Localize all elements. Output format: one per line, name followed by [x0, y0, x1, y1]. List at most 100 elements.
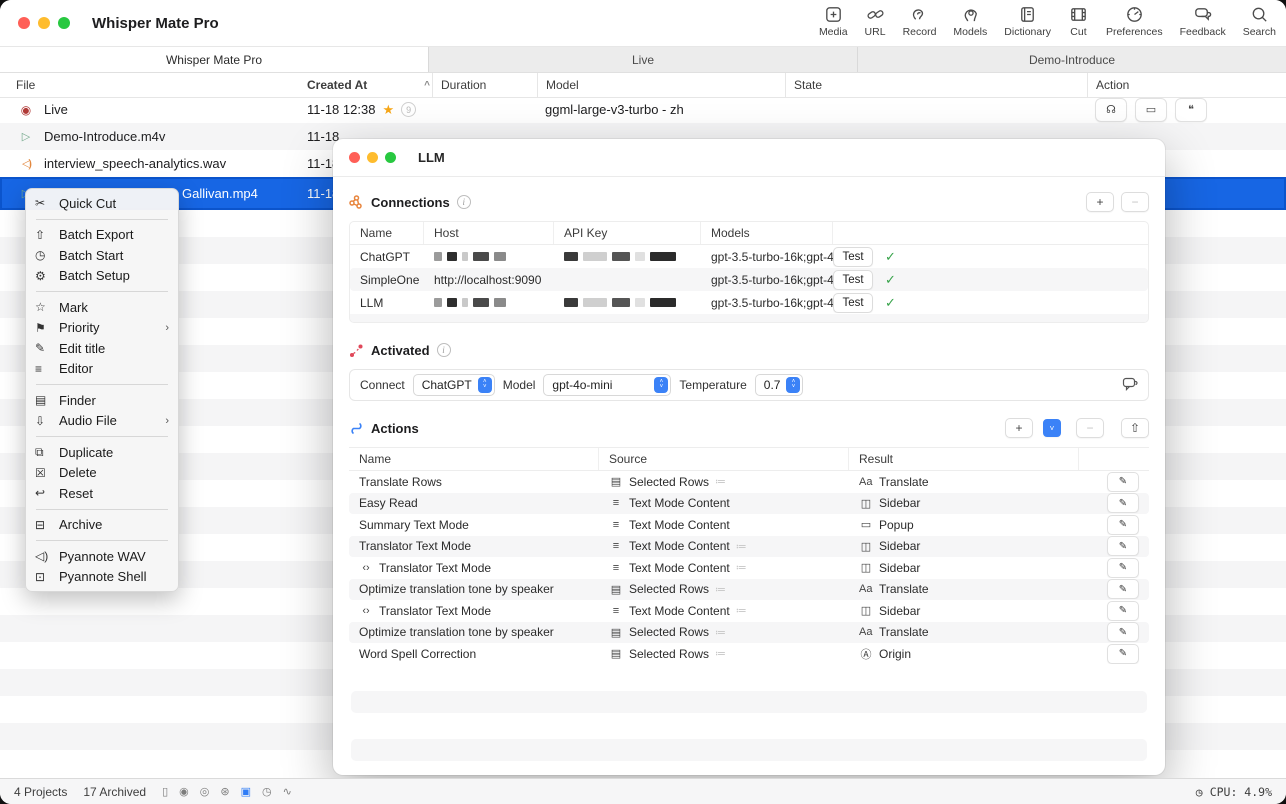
chat-test-icon[interactable] — [1122, 377, 1138, 394]
cut-button[interactable]: Cut — [1068, 4, 1089, 38]
action-row[interactable]: ‹›Translator Text Mode≡Text Mode Content… — [349, 557, 1149, 579]
menu-item-delete[interactable]: ☒Delete — [26, 463, 178, 484]
minimize-button[interactable] — [38, 17, 50, 29]
doc-icon: ▤ — [609, 626, 623, 639]
url-button[interactable]: URL — [865, 4, 886, 38]
action-source: ▤Selected Rows≔ — [599, 475, 849, 489]
display-icon[interactable]: ▣ — [241, 785, 251, 798]
edit-action-button[interactable]: ✎ — [1107, 622, 1139, 642]
chat-button[interactable]: ❝ — [1175, 98, 1207, 122]
action-row[interactable]: Optimize translation tone by speaker▤Sel… — [349, 622, 1149, 644]
remove-action-button[interactable]: − — [1076, 418, 1104, 438]
remove-connection-button[interactable]: − — [1121, 192, 1149, 212]
submenu-chevron-icon: › — [165, 415, 169, 427]
media-button[interactable]: Media — [819, 4, 848, 38]
edit-action-button[interactable]: ✎ — [1107, 515, 1139, 535]
tab-whisper-mate-pro[interactable]: Whisper Mate Pro — [0, 47, 429, 72]
menu-item-duplicate[interactable]: ⧉Duplicate — [26, 442, 178, 463]
action-source: ≡Text Mode Content≔ — [599, 561, 849, 575]
column-state[interactable]: State — [785, 73, 1095, 97]
submenu-chevron-icon: › — [165, 322, 169, 334]
menu-item-mark[interactable]: ☆Mark — [26, 297, 178, 318]
column-action[interactable]: Action — [1087, 73, 1286, 97]
test-button[interactable]: Test — [833, 247, 873, 267]
activity-icon[interactable]: ∿ — [283, 785, 292, 798]
ear-button[interactable]: ☊ — [1095, 98, 1127, 122]
menu-item-finder[interactable]: ▤Finder — [26, 390, 178, 411]
edit-action-button[interactable]: ✎ — [1107, 558, 1139, 578]
clock-icon[interactable]: ◷ — [262, 785, 272, 798]
dictionary-button[interactable]: Dictionary — [1004, 4, 1051, 38]
menu-item-batch-setup[interactable]: ⚙Batch Setup — [26, 266, 178, 287]
feedback-button[interactable]: Feedback — [1180, 4, 1226, 38]
edit-action-button[interactable]: ✎ — [1107, 644, 1139, 664]
menu-item-batch-export[interactable]: ⇧Batch Export — [26, 225, 178, 246]
dialog-close-button[interactable] — [349, 152, 360, 163]
action-row[interactable]: Easy Read≡Text Mode Content◫Sidebar✎ — [349, 493, 1149, 515]
action-source-label: Selected Rows — [629, 475, 709, 489]
power-icon[interactable]: ⊛ — [220, 785, 229, 798]
dialog-zoom-button[interactable] — [385, 152, 396, 163]
menu-item-audio-file[interactable]: ⇩Audio File› — [26, 411, 178, 432]
connection-row[interactable]: LLMgpt-3.5-turbo-16k;gpt-4...Test✓ — [350, 291, 1148, 314]
menu-item-edit-title[interactable]: ✎Edit title — [26, 338, 178, 359]
table-row[interactable]: ◉Live11-18 12:38★9ggml-large-v3-turbo - … — [0, 96, 1286, 123]
preferences-button[interactable]: Preferences — [1106, 4, 1163, 38]
action-row[interactable]: Translate Rows▤Selected Rows≔AaTranslate… — [349, 471, 1149, 493]
menu-item-batch-start[interactable]: ◷Batch Start — [26, 245, 178, 266]
device-icon[interactable]: ▯ — [162, 785, 168, 798]
menu-separator — [36, 436, 168, 437]
model-select[interactable]: gpt-4o-mini ˄˅ — [543, 374, 671, 396]
menu-item-label: Batch Export — [59, 227, 133, 242]
menu-item-archive[interactable]: ⊟Archive — [26, 515, 178, 536]
action-row[interactable]: Translator Text Mode≡Text Mode Content≔◫… — [349, 536, 1149, 558]
edit-action-button[interactable]: ✎ — [1107, 601, 1139, 621]
window-button[interactable]: ▭ — [1135, 98, 1167, 122]
connection-row[interactable]: ChatGPTgpt-3.5-turbo-16k;gpt-4...Test✓ — [350, 245, 1148, 268]
menu-item-editor[interactable]: ≡Editor — [26, 359, 178, 380]
share-icon: ⇧ — [35, 228, 59, 242]
add-action-dropdown[interactable]: ˅ — [1043, 419, 1061, 437]
dialog-title: LLM — [418, 150, 445, 165]
search-button[interactable]: Search — [1243, 4, 1276, 38]
column-created-at[interactable]: Created At ^ — [307, 73, 440, 97]
action-row[interactable]: Word Spell Correction▤Selected Rows≔ⒶOri… — [349, 643, 1149, 665]
test-button[interactable]: Test — [833, 293, 873, 313]
act-col-name: Name — [349, 448, 599, 470]
action-result: ◫Sidebar — [849, 539, 1079, 553]
zoom-button[interactable] — [58, 17, 70, 29]
edit-action-button[interactable]: ✎ — [1107, 472, 1139, 492]
action-row[interactable]: Summary Text Mode≡Text Mode Content▭Popu… — [349, 514, 1149, 536]
action-row[interactable]: ‹›Translator Text Mode≡Text Mode Content… — [349, 600, 1149, 622]
record-button[interactable]: Record — [903, 4, 937, 38]
add-action-button[interactable]: + — [1005, 418, 1033, 438]
menu-item-pyannote-wav[interactable]: ◁)Pyannote WAV — [26, 546, 178, 567]
menu-item-priority[interactable]: ⚑Priority› — [26, 318, 178, 339]
add-connection-button[interactable]: + — [1086, 192, 1114, 212]
star-icon[interactable]: ★ — [382, 102, 394, 118]
close-button[interactable] — [18, 17, 30, 29]
dialog-minimize-button[interactable] — [367, 152, 378, 163]
menu-item-pyannote-shell[interactable]: ⊡Pyannote Shell — [26, 567, 178, 588]
column-duration[interactable]: Duration — [432, 73, 545, 97]
network-icon[interactable]: ◎ — [200, 785, 210, 798]
info-icon: i — [437, 343, 451, 357]
models-button[interactable]: Models — [953, 4, 987, 38]
column-model[interactable]: Model — [537, 73, 793, 97]
edit-action-button[interactable]: ✎ — [1107, 536, 1139, 556]
edit-action-button[interactable]: ✎ — [1107, 493, 1139, 513]
action-row[interactable]: Optimize translation tone by speaker▤Sel… — [349, 579, 1149, 601]
menu-item-reset[interactable]: ↩Reset — [26, 483, 178, 504]
edit-action-button[interactable]: ✎ — [1107, 579, 1139, 599]
connect-select[interactable]: ChatGPT ˄˅ — [413, 374, 495, 396]
export-actions-button[interactable]: ⇧ — [1121, 418, 1149, 438]
test-button[interactable]: Test — [833, 270, 873, 290]
tab-demo-introduce[interactable]: Demo-Introduce — [858, 47, 1286, 72]
head-icon — [960, 4, 981, 25]
connection-row[interactable]: SimpleOnehttp://localhost:9090gpt-3.5-tu… — [350, 268, 1148, 291]
tab-live[interactable]: Live — [429, 47, 858, 72]
menu-item-quick-cut[interactable]: ✂Quick Cut — [26, 193, 178, 214]
temperature-stepper[interactable]: 0.7 ˄˅ — [755, 374, 804, 396]
disc-icon[interactable]: ◉ — [179, 785, 189, 798]
column-file[interactable]: File — [16, 73, 307, 97]
